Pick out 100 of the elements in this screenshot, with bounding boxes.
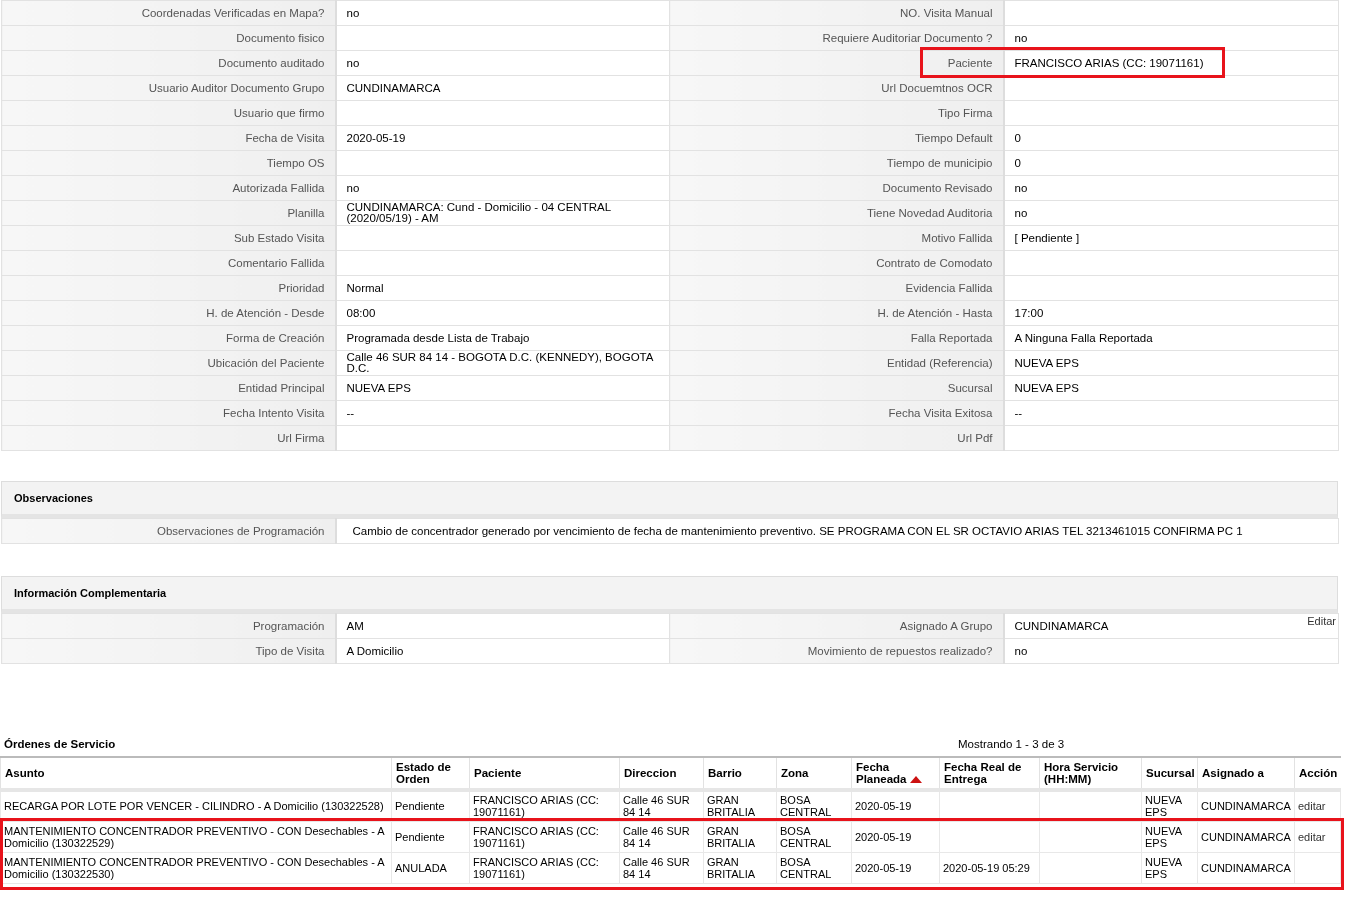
field-label: Sucursal: [947, 381, 993, 394]
field-value: CUNDINAMARCA: [1014, 619, 1109, 632]
field-value: 2020-05-19: [346, 131, 406, 144]
field-label: Planilla: [287, 206, 325, 219]
table-cell: CUNDINAMARCA: [1197, 790, 1295, 821]
column-header[interactable]: Direccion: [619, 757, 704, 790]
field-value: no: [1014, 206, 1028, 219]
field-label: Entidad Principal: [238, 381, 325, 394]
table-cell: RECARGA POR LOTE POR VENCER - CILINDRO - A Domicilio (130322528): [0, 790, 392, 821]
sort-arrow-icon: [909, 776, 922, 784]
table-cell: FRANCISCO ARIAS (CC: 19071161): [469, 790, 620, 821]
field-label: Contrato de Comodato: [876, 256, 993, 269]
field-label: Observaciones de Programación: [157, 524, 325, 537]
field-value: FRANCISCO ARIAS (CC: 19071161): [1014, 56, 1204, 69]
field-value: 0: [1014, 156, 1021, 169]
field-label: Autorizada Fallida: [232, 181, 325, 194]
column-header[interactable]: Asunto: [0, 757, 392, 790]
field-value: AM: [346, 619, 364, 632]
field-label: Usuario que firmo: [233, 106, 325, 119]
field-value: no: [346, 181, 360, 194]
column-header[interactable]: Acción: [1294, 757, 1341, 790]
table-cell: MANTENIMIENTO CONCENTRADOR PREVENTIVO - CON Desechables - A Domicilio (130322530): [0, 852, 392, 883]
column-header[interactable]: Zona: [776, 757, 852, 790]
field-label: Tiempo Default: [914, 131, 993, 144]
field-label: Fecha Visita Exitosa: [888, 406, 993, 419]
table-cell: 2020-05-19 05:29: [939, 852, 1040, 883]
field-label: NO. Visita Manual: [900, 6, 993, 19]
table-cell: GRAN BRITALIA: [703, 790, 777, 821]
table-cell: Pendiente: [391, 790, 470, 821]
field-value: no: [346, 56, 360, 69]
field-value: NUEVA EPS: [1014, 381, 1079, 394]
field-label: Sub Estado Visita: [233, 231, 325, 244]
field-label: Tipo de Visita: [255, 644, 325, 657]
field-label: Documento fisico: [236, 31, 325, 44]
field-value: no: [1014, 31, 1028, 44]
field-value: 0: [1014, 131, 1021, 144]
field-label: Requiere Auditoriar Documento ?: [822, 31, 993, 44]
field-value: no: [1014, 644, 1028, 657]
field-label: Falla Reportada: [910, 331, 993, 344]
section-title: Órdenes de Servicio: [3, 736, 117, 752]
section-title: Observaciones: [1, 481, 1338, 518]
table-cell: BOSA CENTRAL: [776, 852, 852, 883]
field-label: Tiempo de municipio: [886, 156, 993, 169]
section-title: Información Complementaria: [1, 576, 1338, 613]
field-label: Tipo Firma: [937, 106, 993, 119]
column-header[interactable]: Fecha Planeada: [851, 757, 940, 790]
field-value: NUEVA EPS: [346, 381, 411, 394]
column-header[interactable]: Asignado a: [1197, 757, 1295, 790]
field-label: Fecha Intento Visita: [223, 406, 325, 419]
column-header[interactable]: Sucursal: [1141, 757, 1198, 790]
field-label: Evidencia Fallida: [905, 281, 993, 294]
field-value: A Ninguna Falla Reportada: [1014, 331, 1153, 344]
table-cell: CUNDINAMARCA: [1197, 852, 1295, 883]
column-header[interactable]: Hora Servicio (HH:MM): [1039, 757, 1142, 790]
field-label: Documento Revisado: [882, 181, 993, 194]
table-cell: FRANCISCO ARIAS (CC: 19071161): [469, 821, 620, 852]
field-label: Tiempo OS: [266, 156, 325, 169]
field-label: Forma de Creación: [226, 331, 325, 344]
table-cell: GRAN BRITALIA: [703, 821, 777, 852]
field-label: Motivo Fallida: [921, 231, 993, 244]
table-cell: Calle 46 SUR 84 14: [619, 790, 704, 821]
field-value: [ Pendiente ]: [1014, 231, 1080, 244]
column-header[interactable]: Paciente: [469, 757, 620, 790]
table-cell: Calle 46 SUR 84 14: [619, 852, 704, 883]
field-value: NUEVA EPS: [1014, 356, 1079, 369]
field-label: Tiene Novedad Auditoria: [866, 206, 993, 219]
table-cell: 2020-05-19: [851, 821, 940, 852]
table-cell: BOSA CENTRAL: [776, 790, 852, 821]
column-header[interactable]: Estado de Orden: [391, 757, 470, 790]
field-value: no: [1014, 181, 1028, 194]
column-header[interactable]: Barrio: [703, 757, 777, 790]
field-label: Asignado A Grupo: [899, 619, 993, 632]
field-label: H. de Atención - Hasta: [877, 306, 993, 319]
table-cell: NUEVA EPS: [1141, 821, 1198, 852]
field-value: CUNDINAMARCA: Cund - Domicilio - 04 CENTRAL (2020/05/19) - AM: [346, 201, 611, 224]
field-label: Url Firma: [277, 431, 325, 444]
table-cell: MANTENIMIENTO CONCENTRADOR PREVENTIVO - CON Desechables - A Domicilio (130322529): [0, 821, 392, 852]
field-label: Programación: [252, 619, 325, 632]
table-cell: ANULADA: [391, 852, 470, 883]
column-header[interactable]: Fecha Real de Entrega: [939, 757, 1040, 790]
field-value: Programada desde Lista de Trabajo: [346, 331, 530, 344]
field-label: H. de Atención - Desde: [206, 306, 325, 319]
field-label: Prioridad: [278, 281, 325, 294]
table-cell: FRANCISCO ARIAS (CC: 19071161): [469, 852, 620, 883]
table-cell: 2020-05-19: [851, 790, 940, 821]
pagination-text: Mostrando 1 - 3 de 3: [958, 736, 1065, 752]
field-label: Coordenadas Verificadas en Mapa?: [141, 6, 325, 19]
field-value: no: [346, 6, 360, 19]
field-label: Url Docuemtnos OCR: [881, 81, 993, 94]
table-cell: CUNDINAMARCA: [1197, 821, 1295, 852]
table-cell: Calle 46 SUR 84 14: [619, 821, 704, 852]
field-label: Documento auditado: [218, 56, 325, 69]
field-label: Url Pdf: [957, 431, 993, 444]
field-label: Entidad (Referencia): [887, 356, 993, 369]
table-cell: Pendiente: [391, 821, 470, 852]
field-label: Movimiento de repuestos realizado?: [807, 644, 993, 657]
field-label: Paciente: [947, 56, 993, 69]
table-cell: 2020-05-19: [851, 852, 940, 883]
edit-link[interactable]: Editar: [1307, 616, 1336, 627]
field-value: Normal: [346, 281, 384, 294]
